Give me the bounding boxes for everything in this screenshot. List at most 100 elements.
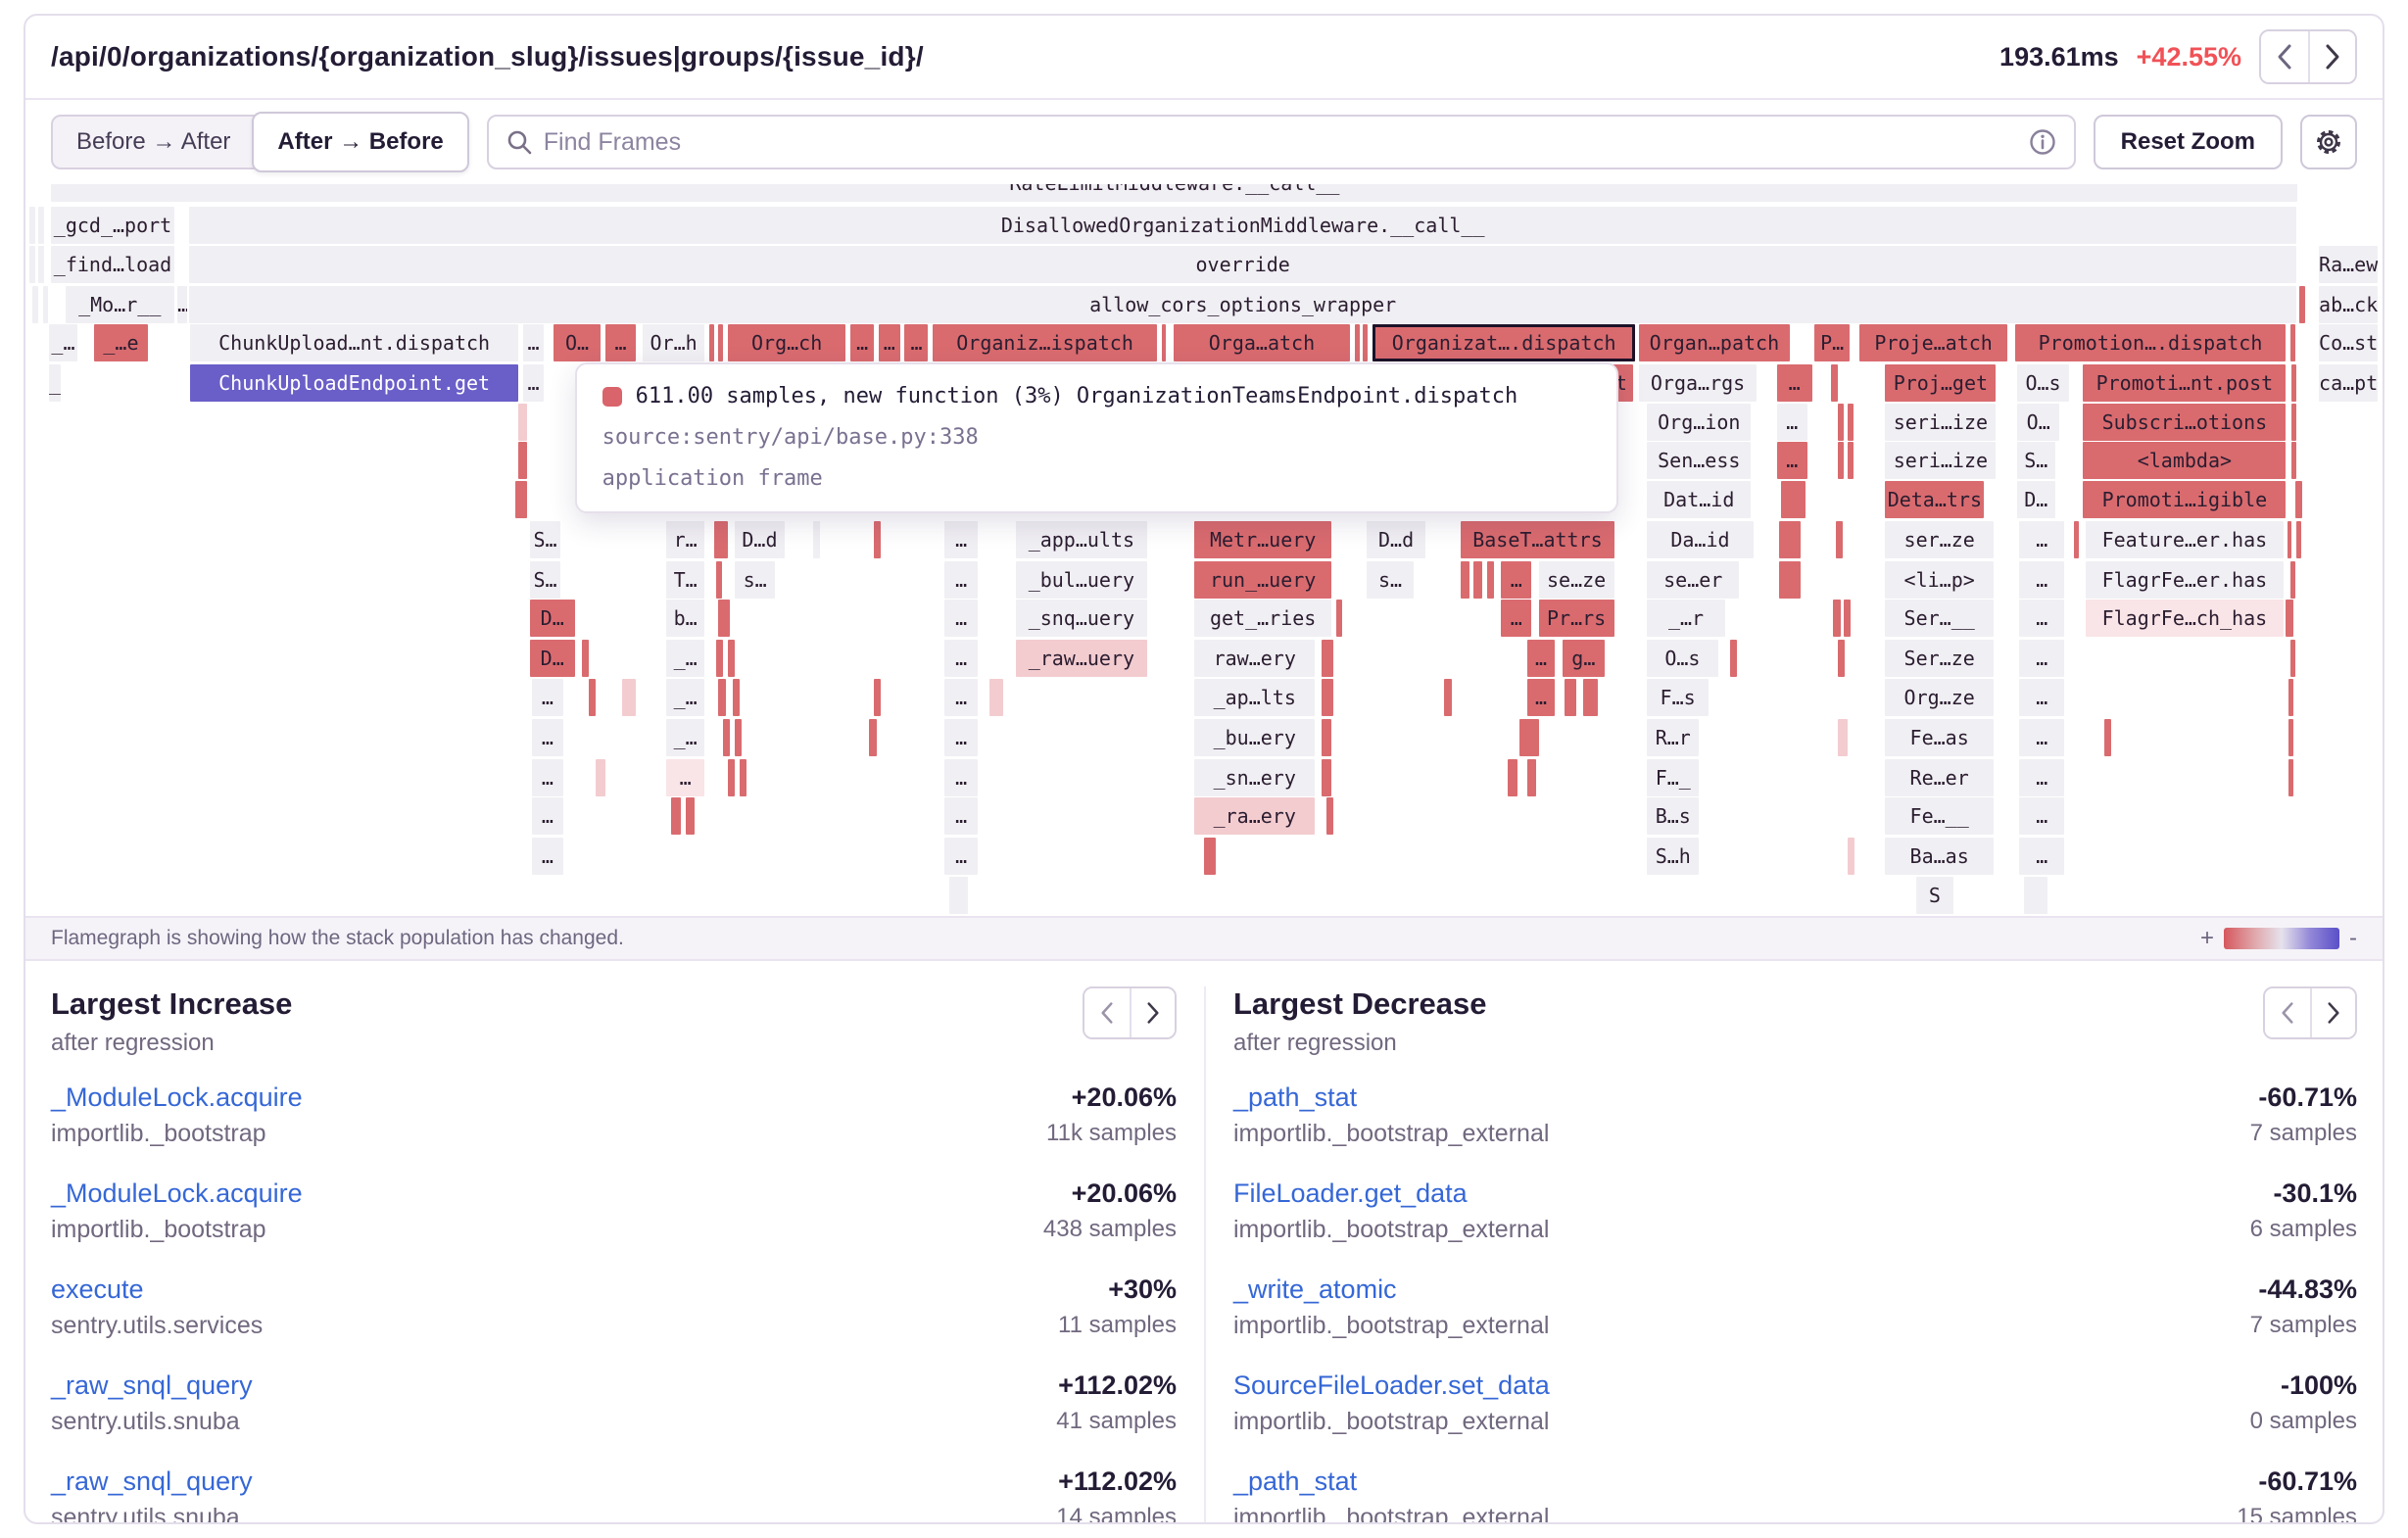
- flame-sliver[interactable]: [518, 404, 528, 441]
- flame-frame[interactable]: …: [523, 324, 545, 361]
- flame-frame[interactable]: O…: [554, 324, 601, 361]
- flame-frame[interactable]: seri…ize: [1885, 404, 1996, 441]
- flame-frame[interactable]: Proje…atch: [1859, 324, 2008, 361]
- toggle-before-after[interactable]: Before → After: [53, 128, 254, 156]
- flame-frame[interactable]: …: [2019, 759, 2064, 796]
- flame-frame[interactable]: _raw…uery: [1016, 640, 1148, 677]
- decrease-prev-button[interactable]: [2265, 988, 2310, 1037]
- flame-sliver[interactable]: [1779, 521, 1801, 558]
- flame-sliver[interactable]: [2295, 481, 2302, 518]
- flame-frame[interactable]: ChunkUpload…nt.dispatch: [190, 324, 517, 361]
- flame-sliver[interactable]: [2288, 679, 2293, 716]
- flame-frame[interactable]: Org…ch: [728, 324, 845, 361]
- function-link[interactable]: _write_atomic: [1233, 1274, 1549, 1305]
- flame-frame[interactable]: Deta…trs: [1885, 481, 1984, 518]
- flame-frame[interactable]: D…: [530, 600, 575, 637]
- flame-frame[interactable]: …: [944, 759, 978, 796]
- find-frames-search[interactable]: [487, 115, 2076, 169]
- flame-frame[interactable]: Co…st: [2319, 324, 2378, 361]
- flame-sliver[interactable]: [1336, 600, 1342, 637]
- flame-frame[interactable]: …: [532, 838, 562, 875]
- flame-frame[interactable]: _ra…ery: [1194, 797, 1315, 835]
- flame-frame[interactable]: S…h: [1647, 838, 1699, 875]
- flame-frame[interactable]: Organiz…ispatch: [933, 324, 1157, 361]
- flame-sliver[interactable]: [1565, 679, 1576, 716]
- flame-sliver[interactable]: [43, 286, 48, 323]
- flame-frame[interactable]: _…r: [1647, 600, 1724, 637]
- flame-sliver[interactable]: [1848, 442, 1854, 479]
- flame-frame[interactable]: …: [944, 561, 978, 599]
- function-link[interactable]: _raw_snql_query: [51, 1466, 253, 1497]
- flame-frame[interactable]: Fe…__: [1885, 797, 1994, 835]
- search-input[interactable]: [544, 128, 2017, 157]
- flame-frame[interactable]: seri…ize: [1885, 442, 1996, 479]
- flame-frame[interactable]: S: [1916, 877, 1953, 914]
- flame-sliver[interactable]: [2291, 442, 2296, 479]
- flame-frame[interactable]: Proj…get: [1885, 364, 1996, 402]
- flame-frame[interactable]: Ba…as: [1885, 838, 1994, 875]
- flame-frame[interactable]: …: [2019, 679, 2064, 716]
- increase-prev-button[interactable]: [1084, 988, 1130, 1037]
- flame-frame[interactable]: _sn…ery: [1194, 759, 1315, 796]
- flame-frame[interactable]: run_…uery: [1194, 561, 1331, 599]
- flame-sliver[interactable]: [1326, 797, 1333, 835]
- flame-sliver[interactable]: [32, 286, 38, 323]
- flame-frame[interactable]: O…: [2017, 404, 2059, 441]
- flame-sliver[interactable]: [1836, 521, 1843, 558]
- flame-frame[interactable]: _…: [666, 679, 703, 716]
- flame-frame[interactable]: _bul…uery: [1016, 561, 1148, 599]
- flame-frame[interactable]: r…: [666, 521, 703, 558]
- flame-frame[interactable]: <li…p>: [1885, 561, 1994, 599]
- flame-frame[interactable]: …: [1501, 600, 1531, 637]
- flame-frame[interactable]: ser…ze: [1885, 521, 1994, 558]
- function-link[interactable]: execute: [51, 1274, 263, 1305]
- flame-sliver[interactable]: [1838, 640, 1845, 677]
- flame-frame[interactable]: …: [532, 759, 562, 796]
- flame-frame[interactable]: Org…ion: [1647, 404, 1751, 441]
- flame-frame[interactable]: BaseT…attrs: [1461, 521, 1613, 558]
- flame-frame[interactable]: get_…ries: [1194, 600, 1331, 637]
- flame-frame[interactable]: O…s: [1647, 640, 1717, 677]
- flame-frame[interactable]: b…: [666, 600, 703, 637]
- flame-frame[interactable]: …: [944, 719, 978, 756]
- flame-frame[interactable]: …: [944, 521, 978, 558]
- flame-sliver[interactable]: [989, 679, 1003, 716]
- flame-frame[interactable]: Ser…__: [1885, 600, 1994, 637]
- flame-frame[interactable]: DisallowedOrganizationMiddleware.__call_…: [189, 207, 2296, 244]
- flame-sliver[interactable]: [1831, 364, 1838, 402]
- flame-sliver[interactable]: [1355, 324, 1360, 361]
- flame-frame[interactable]: override: [189, 246, 2296, 283]
- flame-sliver[interactable]: [718, 600, 730, 637]
- prev-event-button[interactable]: [2261, 31, 2308, 82]
- flame-sliver[interactable]: [2024, 877, 2047, 914]
- toggle-after-before[interactable]: After → Before: [252, 112, 468, 172]
- flame-sliver[interactable]: [2291, 404, 2296, 441]
- flame-sliver[interactable]: [2074, 521, 2079, 558]
- flame-frame[interactable]: _…: [666, 719, 703, 756]
- flame-frame[interactable]: Or…h: [643, 324, 704, 361]
- flame-sliver[interactable]: [1444, 679, 1451, 716]
- flame-frame[interactable]: R…r: [1647, 719, 1699, 756]
- flame-frame[interactable]: se…ze: [1539, 561, 1614, 599]
- flame-frame[interactable]: Orga…atch: [1174, 324, 1350, 361]
- flame-frame[interactable]: D…: [2017, 481, 2054, 518]
- flame-sliver[interactable]: [596, 759, 605, 796]
- flame-frame[interactable]: FlagrFe…ch_has: [2086, 600, 2284, 637]
- flame-sliver[interactable]: [2286, 600, 2292, 637]
- flame-frame[interactable]: Pr…rs: [1539, 600, 1614, 637]
- flame-frame[interactable]: Sen…ess: [1647, 442, 1751, 479]
- info-icon[interactable]: [2029, 128, 2056, 156]
- settings-button[interactable]: [2300, 115, 2357, 169]
- flame-sliver[interactable]: [515, 481, 527, 518]
- flame-sliver[interactable]: [1838, 719, 1848, 756]
- flame-sliver[interactable]: [1162, 324, 1167, 361]
- decrease-next-button[interactable]: [2310, 988, 2355, 1037]
- flame-frame[interactable]: …: [2019, 640, 2064, 677]
- flame-frame[interactable]: P…: [1814, 324, 1850, 361]
- flame-sliver[interactable]: [582, 640, 589, 677]
- flame-frame[interactable]: _bu…ery: [1194, 719, 1315, 756]
- flame-sliver[interactable]: [38, 246, 44, 283]
- flame-frame[interactable]: D…d: [1367, 521, 1425, 558]
- function-link[interactable]: _path_stat: [1233, 1466, 1549, 1497]
- flame-sliver[interactable]: [1583, 679, 1597, 716]
